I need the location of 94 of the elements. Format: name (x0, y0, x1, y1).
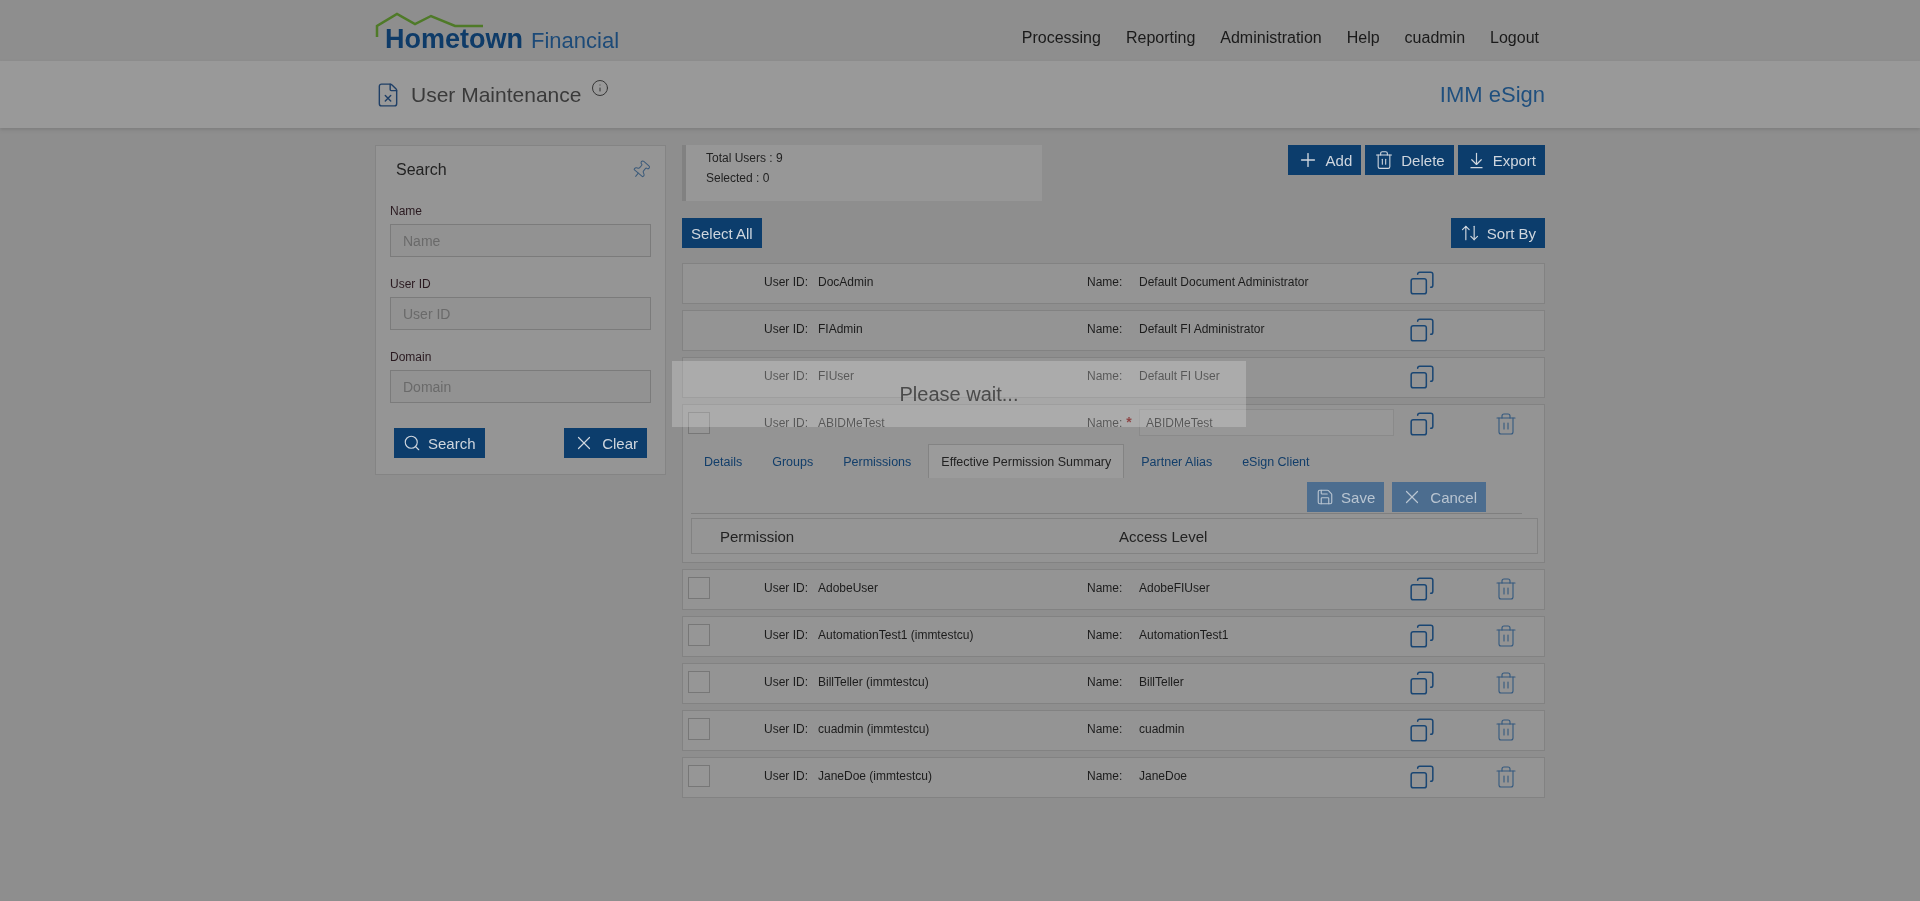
tab[interactable]: Details (691, 444, 756, 478)
field-label: User ID: (764, 368, 808, 383)
field-label: Name: (1087, 415, 1123, 430)
tab[interactable]: Partner Alias (1128, 444, 1226, 478)
trash-icon[interactable] (1494, 412, 1518, 436)
app-name: IMM eSign (1439, 81, 1545, 108)
sort-icon (1459, 223, 1480, 243)
nav-link[interactable]: Processing (1021, 29, 1101, 47)
user-id-text: ABIDMeTest (818, 415, 885, 430)
user-id-text: BillTeller (immtestcu) (818, 674, 929, 689)
copy-icon[interactable] (1409, 317, 1435, 343)
tab[interactable]: Groups (759, 444, 827, 478)
user-id-text: cuadmin (immtestcu) (818, 721, 930, 736)
column-header: Permission (720, 527, 796, 545)
user-name-text: Default FI User (1139, 368, 1220, 383)
field-label: User ID: (764, 580, 808, 595)
checkbox[interactable] (688, 765, 710, 787)
nav-link[interactable]: Reporting (1125, 29, 1196, 47)
checkbox[interactable] (688, 624, 710, 646)
field-label: User ID: (764, 627, 808, 642)
logo: Hometown Financial (375, 24, 620, 61)
tab[interactable]: eSign Client (1229, 444, 1323, 478)
trash-icon (1374, 150, 1395, 170)
user-name-text: Default FI Administrator (1139, 321, 1265, 336)
field-label: Name: (1087, 580, 1123, 595)
user-id-text: FIAdmin (818, 321, 863, 336)
clear-button[interactable]: Clear (564, 428, 647, 458)
delete-button[interactable]: Delete (1365, 145, 1454, 175)
user-name-text: BillTeller (1139, 674, 1184, 689)
export-button[interactable]: Export (1457, 145, 1545, 175)
trash-icon[interactable] (1494, 718, 1518, 742)
save-button[interactable]: Save (1307, 482, 1385, 512)
checkbox[interactable] (688, 577, 710, 599)
checkbox[interactable] (688, 412, 710, 434)
user-name-text: JaneDoe (1139, 768, 1188, 783)
panel-title: Search (396, 161, 447, 179)
tab[interactable]: Permissions (830, 444, 925, 478)
column-header: Access Level (1119, 527, 1209, 545)
field-label: User ID (390, 277, 432, 291)
copy-icon[interactable] (1409, 623, 1435, 649)
required-mark: * (1126, 413, 1132, 430)
copy-icon[interactable] (1409, 670, 1435, 696)
copy-icon[interactable] (1409, 576, 1435, 602)
field-label: Name: (1087, 674, 1123, 689)
user-name-text: cuadmin (1139, 721, 1185, 736)
nav-link[interactable]: Help (1346, 29, 1380, 47)
field-label: User ID: (764, 274, 808, 289)
trash-icon[interactable] (1494, 577, 1518, 601)
user-id-text: FIUser (818, 368, 854, 383)
search-button[interactable]: Search (394, 428, 485, 458)
user-id-text: AdobeUser (818, 580, 879, 595)
field-label: Name: (1087, 368, 1123, 383)
selected-count-text: Selected : 0 (706, 171, 771, 185)
field-label: Name: (1087, 627, 1123, 642)
field-label: User ID: (764, 321, 808, 336)
total-users-text: Total Users : 9 (706, 151, 784, 165)
field-label: Name: (1087, 274, 1123, 289)
trash-icon[interactable] (1494, 671, 1518, 695)
cancel-button[interactable]: Cancel (1392, 482, 1486, 512)
name-input-field[interactable]: ABIDMeTest (1139, 409, 1394, 436)
page-title: User Maintenance (411, 82, 582, 107)
field-label: User ID: (764, 768, 808, 783)
user-id-text: JaneDoe (immtestcu) (818, 768, 933, 783)
user-id-text: DocAdmin (818, 274, 874, 289)
tab[interactable]: Effective Permission Summary (928, 444, 1125, 478)
user-name-text: AdobeFIUser (1139, 580, 1210, 595)
field-label: Name (390, 204, 423, 218)
field-label: Name: (1087, 721, 1123, 736)
user-name-text: Default Document Administrator (1139, 274, 1309, 289)
sort-button[interactable]: Sort By (1450, 218, 1545, 248)
trash-icon[interactable] (1494, 765, 1518, 789)
checkbox[interactable] (688, 718, 710, 740)
nav-link[interactable]: cuadmin (1404, 29, 1466, 47)
copy-icon[interactable] (1409, 764, 1435, 790)
search-icon (403, 434, 421, 452)
copy-icon[interactable] (1409, 270, 1435, 296)
field-label: Name: (1087, 321, 1123, 336)
field-label: Domain (390, 350, 433, 364)
copy-icon[interactable] (1409, 364, 1435, 390)
nav-link[interactable]: Logout (1490, 29, 1539, 47)
field-label: User ID: (764, 674, 808, 689)
field-label: User ID: (764, 415, 808, 430)
copy-icon[interactable] (1409, 717, 1435, 743)
nav-link[interactable]: Administration (1220, 29, 1322, 47)
add-button[interactable]: Add (1287, 145, 1362, 175)
field-label: User ID: (764, 721, 808, 736)
info-icon[interactable] (591, 78, 610, 97)
trash-icon[interactable] (1494, 624, 1518, 648)
copy-icon[interactable] (1409, 411, 1435, 437)
select-all-button[interactable]: Select All (682, 218, 762, 248)
checkbox[interactable] (688, 671, 710, 693)
user-name-text: AutomationTest1 (1139, 627, 1229, 642)
user-id-text: AutomationTest1 (immtestcu) (818, 627, 974, 642)
field-label: Name: (1087, 768, 1123, 783)
